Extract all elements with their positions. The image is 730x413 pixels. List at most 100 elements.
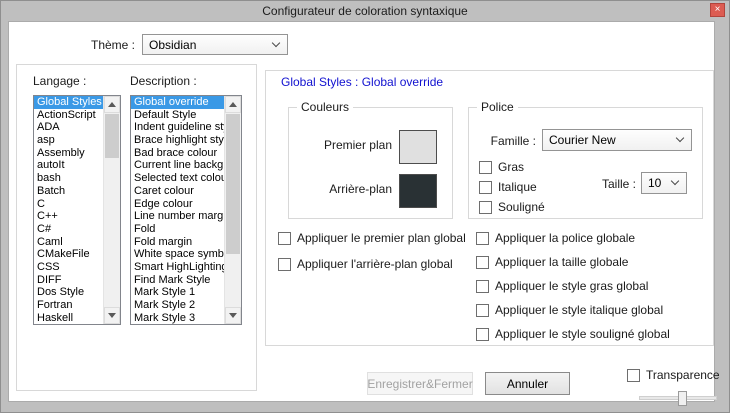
description-scrollbar[interactable] xyxy=(224,96,241,324)
language-list-item[interactable]: Global Styles xyxy=(34,96,103,109)
description-list-item[interactable]: Smart HighLighting xyxy=(131,261,224,274)
title-bar[interactable]: Configurateur de coloration syntaxique × xyxy=(1,1,729,21)
apply-checkbox[interactable]: Appliquer la police globale xyxy=(476,231,708,245)
description-list-item[interactable]: Current line background xyxy=(131,159,224,172)
font-size-value: 10 xyxy=(648,176,661,190)
chevron-down-icon xyxy=(671,177,679,185)
language-list-item[interactable]: C# xyxy=(34,223,103,236)
apply-checkbox[interactable]: Appliquer le style italique global xyxy=(476,303,708,317)
description-list-item[interactable]: Bad brace colour xyxy=(131,147,224,160)
style-header: Global Styles : Global override xyxy=(281,75,443,89)
description-list-item[interactable]: Brace highlight style xyxy=(131,134,224,147)
language-list-item[interactable]: Assembly xyxy=(34,147,103,160)
close-button[interactable]: × xyxy=(710,3,725,17)
scrollbar-thumb[interactable] xyxy=(226,114,240,254)
italic-checkbox[interactable]: Italique xyxy=(479,180,537,194)
language-list-item[interactable]: DIFF xyxy=(34,274,103,287)
transparency-checkbox[interactable]: Transparence xyxy=(627,368,720,382)
cancel-button[interactable]: Annuler xyxy=(485,372,570,395)
background-color-swatch[interactable] xyxy=(399,174,437,208)
save-close-button[interactable]: Enregistrer&Fermer xyxy=(367,372,473,395)
scroll-up-button[interactable] xyxy=(225,96,241,113)
language-listbox[interactable]: Global StylesActionScriptADAaspAssemblya… xyxy=(33,95,121,325)
description-list-item[interactable]: Default Style xyxy=(131,109,224,122)
language-list-item[interactable]: bash xyxy=(34,172,103,185)
transparency-label: Transparence xyxy=(646,368,720,382)
foreground-label: Premier plan xyxy=(297,138,392,152)
language-list-items: Global StylesActionScriptADAaspAssemblya… xyxy=(34,96,103,324)
description-list-item[interactable]: Mark Style 3 xyxy=(131,312,224,324)
language-list-item[interactable]: Haskell xyxy=(34,312,103,324)
language-list-item[interactable]: CSS xyxy=(34,261,103,274)
description-list-item[interactable]: White space symbol xyxy=(131,248,224,261)
language-list-item[interactable]: C++ xyxy=(34,210,103,223)
description-list-item[interactable]: Global override xyxy=(131,96,224,109)
language-panel: Langage : Description : Global StylesAct… xyxy=(16,64,257,391)
description-list-item[interactable]: Edge colour xyxy=(131,198,224,211)
apply-checkbox[interactable]: Appliquer le style gras global xyxy=(476,279,708,293)
underline-checkbox[interactable]: Souligné xyxy=(479,200,545,214)
font-size-select[interactable]: 10 xyxy=(641,172,687,194)
apply-font-checkboxes: Appliquer la police globale Appliquer la … xyxy=(476,231,708,351)
description-listbox[interactable]: Global overrideDefault StyleIndent guide… xyxy=(130,95,242,325)
checkbox-icon xyxy=(627,369,640,382)
italic-label: Italique xyxy=(498,180,537,194)
checkbox-label: Appliquer l'arrière-plan global xyxy=(297,257,453,271)
bold-checkbox[interactable]: Gras xyxy=(479,160,524,174)
language-list-item[interactable]: Dos Style xyxy=(34,286,103,299)
language-label: Langage : xyxy=(33,74,86,88)
checkbox-icon xyxy=(278,232,291,245)
apply-checkbox[interactable]: Appliquer le premier plan global xyxy=(278,231,503,245)
theme-select[interactable]: Obsidian xyxy=(142,34,288,55)
transparency-slider[interactable] xyxy=(639,396,717,400)
language-list-item[interactable]: ActionScript xyxy=(34,109,103,122)
description-list-item[interactable]: Caret colour xyxy=(131,185,224,198)
checkbox-icon xyxy=(476,328,489,341)
checkbox-icon xyxy=(476,232,489,245)
font-family-select[interactable]: Courier New xyxy=(542,129,692,151)
slider-thumb[interactable] xyxy=(678,391,687,406)
language-list-item[interactable]: ADA xyxy=(34,121,103,134)
checkbox-icon xyxy=(479,181,492,194)
scroll-up-icon xyxy=(108,102,116,107)
scroll-down-icon xyxy=(108,313,116,318)
apply-checkbox[interactable]: Appliquer la taille globale xyxy=(476,255,708,269)
apply-checkbox[interactable]: Appliquer le style souligné global xyxy=(476,327,708,341)
dialog-body: Thème : Obsidian Langage : Description :… xyxy=(8,21,715,402)
language-list-item[interactable]: autoIt xyxy=(34,159,103,172)
apply-color-checkboxes: Appliquer le premier plan global Applique… xyxy=(278,231,503,283)
description-list-item[interactable]: Fold xyxy=(131,223,224,236)
checkbox-icon xyxy=(479,161,492,174)
scrollbar-thumb[interactable] xyxy=(105,114,119,158)
scroll-down-button[interactable] xyxy=(104,307,120,324)
language-scrollbar[interactable] xyxy=(103,96,120,324)
colors-group: Couleurs Premier plan Arrière-plan xyxy=(288,107,453,219)
window-title: Configurateur de coloration syntaxique xyxy=(262,4,467,18)
checkbox-icon xyxy=(476,280,489,293)
checkbox-label: Appliquer le style gras global xyxy=(495,279,648,293)
language-list-item[interactable]: CMakeFile xyxy=(34,248,103,261)
description-list-item[interactable]: Fold margin xyxy=(131,236,224,249)
checkbox-icon xyxy=(278,258,291,271)
scroll-up-button[interactable] xyxy=(104,96,120,113)
description-list-item[interactable]: Find Mark Style xyxy=(131,274,224,287)
language-list-item[interactable]: C xyxy=(34,198,103,211)
checkbox-icon xyxy=(476,256,489,269)
description-list-item[interactable]: Indent guideline style xyxy=(131,121,224,134)
scroll-down-button[interactable] xyxy=(225,307,241,324)
language-list-item[interactable]: Batch xyxy=(34,185,103,198)
description-list-item[interactable]: Mark Style 2 xyxy=(131,299,224,312)
language-list-item[interactable]: Caml xyxy=(34,236,103,249)
description-list-item[interactable]: Selected text colour xyxy=(131,172,224,185)
checkbox-label: Appliquer la taille globale xyxy=(495,255,628,269)
font-size-label: Taille : xyxy=(569,177,636,191)
description-list-item[interactable]: Mark Style 1 xyxy=(131,286,224,299)
colors-group-label: Couleurs xyxy=(297,100,353,114)
language-list-item[interactable]: asp xyxy=(34,134,103,147)
apply-checkbox[interactable]: Appliquer l'arrière-plan global xyxy=(278,257,503,271)
language-list-item[interactable]: Fortran xyxy=(34,299,103,312)
description-label: Description : xyxy=(130,74,197,88)
foreground-color-swatch[interactable] xyxy=(399,130,437,164)
description-list-item[interactable]: Line number margin xyxy=(131,210,224,223)
font-group: Police Famille : Courier New Gras Italiq… xyxy=(468,107,703,219)
